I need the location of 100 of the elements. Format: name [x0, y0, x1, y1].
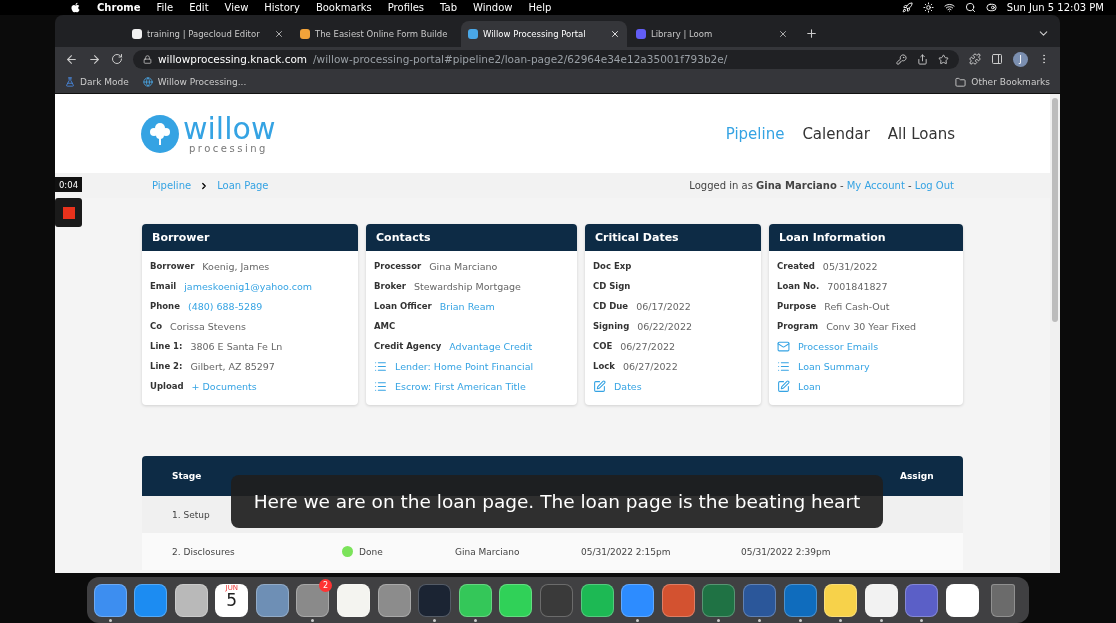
app-icon[interactable]	[134, 583, 168, 617]
flask-icon	[65, 77, 75, 87]
field-value: 05/31/2022	[822, 260, 878, 272]
list-icon	[374, 379, 387, 393]
menu-item[interactable]: Bookmarks	[315, 2, 372, 13]
close-icon[interactable]	[274, 29, 284, 39]
field-value: 3806 E Santa Fe Ln	[190, 340, 283, 352]
field-label: Program	[777, 321, 819, 331]
menu-item[interactable]: Edit	[189, 2, 209, 13]
table-cell-text: 05/31/2022 2:39pm	[741, 546, 832, 557]
trash-icon[interactable]	[991, 583, 1016, 617]
mail-icon	[777, 339, 790, 353]
field-label: Signing	[593, 321, 630, 331]
field-value: Gina Marciano	[429, 260, 498, 272]
side-panel-icon[interactable]	[991, 53, 1003, 65]
app-icon[interactable]	[93, 583, 127, 617]
field-value: 06/17/2022	[636, 300, 691, 312]
field-label: CD Due	[593, 301, 629, 311]
rocket-icon[interactable]	[901, 2, 913, 13]
field-label: Line 1:	[150, 341, 183, 351]
browser-tab[interactable]: training | Pagecloud Editor	[125, 21, 291, 47]
bookmark[interactable]: Dark Mode	[65, 77, 129, 87]
search-icon[interactable]	[964, 2, 976, 13]
app-icon[interactable]	[621, 583, 655, 617]
app-icon[interactable]	[945, 583, 979, 617]
toggle-icon[interactable]	[985, 2, 997, 13]
field-label: Credit Agency	[374, 341, 442, 351]
gear-app-icon[interactable]	[296, 583, 330, 617]
menu-item[interactable]: View	[224, 2, 249, 13]
menu-item[interactable]: Tab	[440, 2, 457, 13]
field-value: Stewardship Mortgage	[413, 280, 521, 292]
field-label: Upload	[150, 381, 184, 391]
table-cell-text: 2. Disclosures	[172, 546, 236, 557]
recording-timer: 0:04	[55, 177, 82, 192]
wifi-icon[interactable]	[943, 2, 955, 13]
field-label: Purpose	[777, 301, 817, 311]
app-icon[interactable]	[824, 583, 858, 617]
field-label: Created	[777, 261, 815, 271]
address-bar[interactable]: willowprocessing.knack.com /willow-processing-portal#pipeline2/loan-page2/62964e34e12a35001f793b2e/	[133, 49, 959, 69]
table-cell: Done	[342, 546, 455, 557]
puzzle-icon[interactable]	[969, 53, 981, 65]
close-icon[interactable]	[610, 29, 620, 39]
card-title: Contacts	[366, 224, 577, 251]
clock: Sun Jun 5 12:03 PM	[1006, 2, 1104, 13]
field-label: Processor	[374, 261, 422, 271]
app-icon[interactable]	[864, 583, 898, 617]
field-label: CD Sign	[593, 281, 631, 291]
field-label: Phone	[150, 301, 180, 311]
field-label: Broker	[374, 281, 406, 291]
reload-icon[interactable]	[111, 53, 123, 65]
card-title: Loan Information	[769, 224, 963, 251]
nav-link[interactable]: Calendar	[802, 124, 870, 143]
back-icon[interactable]	[65, 52, 78, 66]
table-cell-text: 1. Setup	[172, 509, 211, 520]
bookmark[interactable]: Willow Processing...	[142, 77, 247, 87]
column-header: Stage	[172, 471, 203, 481]
nav-link[interactable]: All Loans	[887, 124, 955, 143]
close-icon[interactable]	[778, 29, 788, 39]
star-icon[interactable]	[938, 53, 949, 65]
menu-item[interactable]: Profiles	[387, 2, 425, 13]
app-icon[interactable]	[458, 583, 492, 617]
field-value: 06/22/2022	[637, 320, 692, 332]
field-label: AMC	[374, 321, 396, 331]
forward-icon[interactable]	[88, 52, 101, 66]
app-icon[interactable]	[580, 583, 614, 617]
app-icon[interactable]	[174, 583, 208, 617]
menu-item[interactable]: File	[156, 2, 174, 13]
menu-item[interactable]: Help	[528, 2, 552, 13]
app-icon[interactable]	[499, 583, 533, 617]
browser-tab[interactable]: Library | Loom	[629, 21, 795, 47]
edit-icon	[777, 379, 790, 393]
key-icon[interactable]	[896, 53, 907, 65]
app-icon[interactable]	[255, 583, 289, 617]
bookmark-folder[interactable]: Other Bookmarks	[955, 76, 1050, 88]
app-icon[interactable]	[337, 583, 371, 617]
field-label: Lock	[593, 361, 615, 371]
login-status: Logged in as Gina Marciano - My Account - Log Out	[689, 180, 954, 191]
field-value: Refi Cash-Out	[824, 300, 890, 312]
field-value: 7001841827	[827, 280, 888, 292]
tree-logo-icon	[141, 114, 179, 153]
field-value: 06/27/2022	[622, 360, 678, 372]
share-icon[interactable]	[917, 53, 928, 65]
sun-icon[interactable]	[922, 2, 934, 13]
menu-item[interactable]: History	[264, 2, 300, 13]
browser-tab[interactable]: Willow Processing Portal	[461, 21, 627, 47]
logo: willow processing	[141, 113, 276, 154]
field-value: 06/27/2022	[620, 340, 676, 352]
stop-recording-button[interactable]	[55, 198, 82, 227]
field-value: Corissa Stevens	[170, 320, 246, 332]
menu-item[interactable]: Chrome	[97, 2, 141, 13]
list-icon	[374, 359, 387, 373]
card-title: Critical Dates	[585, 224, 761, 251]
menu-item[interactable]: Window	[473, 2, 513, 13]
new-tab-icon[interactable]	[805, 27, 818, 40]
column-header: Assign	[900, 471, 935, 481]
app-icon[interactable]	[377, 583, 411, 617]
list-icon	[777, 359, 790, 373]
edit-icon	[593, 379, 606, 393]
apple-icon[interactable]	[70, 2, 81, 13]
table-cell-text: 05/31/2022 2:15pm	[581, 546, 672, 557]
